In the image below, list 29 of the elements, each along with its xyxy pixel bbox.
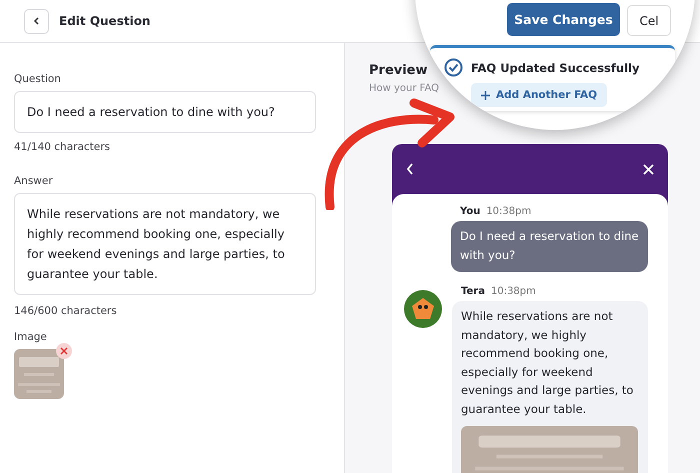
remove-image-button[interactable] [56, 343, 72, 359]
message-time: 10:38pm [486, 206, 532, 217]
question-character-count: 41/140 characters [14, 141, 112, 153]
check-circle-icon [444, 58, 463, 77]
sender-name: You [460, 206, 480, 217]
plus-icon [481, 90, 490, 100]
preview-title: Preview [369, 63, 428, 78]
preview-subtitle: How your FAQ [369, 83, 440, 94]
chevron-left-icon [32, 17, 40, 25]
message-time: 10:38pm [490, 286, 536, 297]
image-label: Image [14, 331, 48, 343]
save-changes-button[interactable]: Save Changes [507, 3, 620, 36]
message-bubble: While reservations are not mandatory, we highly recommend booking one, especially for weekend evenings and large parties, to guarantee your table. [452, 301, 648, 473]
sender-name: Tera [461, 286, 485, 297]
close-icon[interactable] [643, 164, 654, 174]
answer-field[interactable]: While reservations are not mandatory, we highly recommend booking one, especially for weekend evenings and large parties, to guarantee your table. [14, 193, 316, 295]
back-icon[interactable] [406, 163, 414, 175]
message-bubble: Do I need a reservation to dine with you? [451, 221, 648, 272]
page-title: Edit Question [59, 14, 150, 28]
toast-message: FAQ Updated Successfully [471, 60, 640, 74]
add-another-faq-button[interactable]: Add Another FAQ [471, 83, 608, 107]
avatar-icon [404, 290, 442, 328]
answer-label: Answer [14, 175, 54, 187]
back-button[interactable] [24, 8, 49, 34]
question-label: Question [14, 73, 62, 85]
close-icon [60, 347, 68, 355]
question-field[interactable]: Do I need a reservation to dine with you? [14, 91, 316, 133]
answer-character-count: 146/600 characters [14, 305, 118, 317]
cancel-button[interactable]: Cel [627, 5, 671, 36]
